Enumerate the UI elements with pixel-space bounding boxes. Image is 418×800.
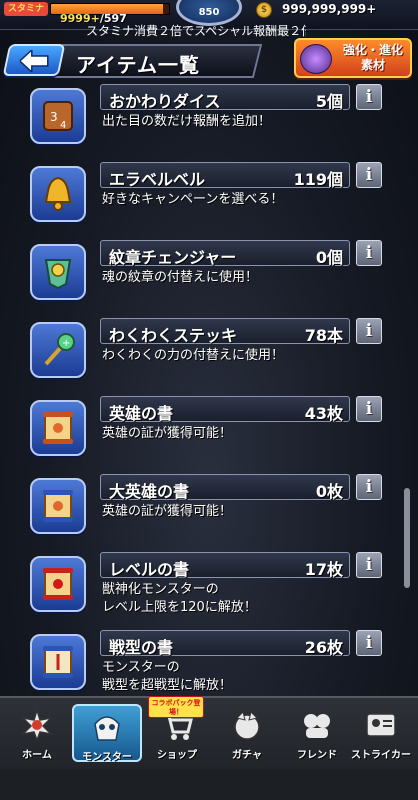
monster-icon	[94, 716, 120, 741]
item-count: 17枚	[304, 560, 343, 579]
scroll-icon	[30, 478, 86, 534]
page-title: アイテム一覧	[76, 53, 200, 77]
evo-label-line1: 強化・進化	[342, 43, 403, 57]
item-count: 0個	[315, 248, 343, 267]
coin-count: 999,999,999+	[282, 2, 377, 16]
item-list[interactable]: 34 おかわりダイス 5個 i 出た目の数だけ報酬を追加！ エラベルベル 119…	[0, 84, 418, 696]
nav-gacha[interactable]: ガチャ	[212, 704, 282, 762]
scrollbar[interactable]	[404, 488, 410, 588]
nav-label: フレンド	[297, 750, 337, 761]
info-button[interactable]: i	[356, 240, 382, 266]
evo-button-label: 強化・進化 素材	[336, 43, 410, 73]
wand-icon: +	[30, 322, 86, 378]
item-name-plate: エラベルベル 119個	[100, 162, 350, 189]
item-description: 英雄の証が獲得可能！	[102, 426, 233, 441]
item-name: 紋章チェンジャー	[109, 248, 237, 267]
scroll-icon	[30, 634, 86, 690]
item-count: 0枚	[315, 482, 343, 501]
info-button[interactable]: i	[356, 162, 382, 188]
nav-label: ガチャ	[232, 750, 262, 761]
coin-icon: $	[256, 2, 272, 18]
item-name-plate: おかわりダイス 5個	[100, 84, 350, 111]
nav-shop[interactable]: コラボパック登場！ ショップ	[142, 696, 212, 762]
scroll-icon	[30, 556, 86, 612]
status-bar: スタミナ 9999+/597 850 $ 999,999,999+ スタミナ消費…	[0, 0, 418, 38]
item-name-plate: レベルの書 17枚	[100, 552, 350, 579]
nav-label: ストライカー	[351, 750, 411, 761]
item-count: 26枚	[304, 638, 343, 657]
item-name-plate: 大英雄の書 0枚	[100, 474, 350, 501]
gacha-icon	[234, 711, 260, 740]
back-button[interactable]	[2, 44, 66, 76]
item-name: レベルの書	[109, 560, 190, 579]
info-button[interactable]: i	[356, 474, 382, 500]
info-button[interactable]: i	[356, 552, 382, 578]
nav-monster[interactable]: モンスター	[72, 704, 142, 763]
shop-badge: コラボパック登場！	[148, 696, 204, 718]
item-name: おかわりダイス	[109, 92, 221, 111]
list-item[interactable]: 英雄の書 43枚 i 英雄の証が獲得可能！	[30, 396, 386, 470]
list-item[interactable]: 大英雄の書 0枚 i 英雄の証が獲得可能！	[30, 474, 386, 548]
nav-home[interactable]: ホーム	[2, 704, 72, 762]
evolution-material-button[interactable]: 強化・進化 素材	[294, 38, 412, 78]
item-count: 119個	[293, 170, 343, 189]
item-name-plate: 戦型の書 26枚	[100, 630, 350, 657]
list-item[interactable]: + わくわくステッキ 78本 i わくわくの力の付替えに使用！	[30, 318, 386, 392]
list-item[interactable]: エラベルベル 119個 i 好きなキャンペーンを選べる！	[30, 162, 386, 236]
back-arrow-icon	[19, 50, 49, 72]
list-item[interactable]: レベルの書 17枚 i 獣神化モンスターの レベル上限を120に解放！	[30, 552, 386, 626]
svg-text:4: 4	[60, 120, 66, 131]
stamina-label: スタミナ	[4, 2, 48, 16]
item-description: 出た目の数だけ報酬を追加！	[102, 114, 272, 129]
friends-icon	[304, 714, 330, 738]
info-button[interactable]: i	[356, 396, 382, 422]
nav-striker[interactable]: ストライカー	[346, 704, 416, 762]
info-button[interactable]: i	[356, 84, 382, 110]
item-name-plate: わくわくステッキ 78本	[100, 318, 350, 345]
evo-label-line2: 素材	[360, 58, 385, 72]
emblem-changer-icon	[30, 244, 86, 300]
item-name: エラベルベル	[109, 170, 206, 189]
item-description: モンスターの 戦型を超戦型に解放！	[102, 660, 233, 693]
item-name: わくわくステッキ	[109, 326, 238, 345]
item-description: 魂の紋章の付替えに使用！	[102, 270, 259, 285]
list-item[interactable]: 34 おかわりダイス 5個 i 出た目の数だけ報酬を追加！	[30, 84, 386, 158]
list-item[interactable]: 紋章チェンジャー 0個 i 魂の紋章の付替えに使用！	[30, 240, 386, 314]
list-item[interactable]: 戦型の書 26枚 i モンスターの 戦型を超戦型に解放！	[30, 630, 386, 696]
system-bar	[0, 770, 418, 800]
dice-icon: 34	[30, 88, 86, 144]
nav-friends[interactable]: フレンド	[282, 704, 352, 762]
svg-text:+: +	[62, 338, 70, 349]
monster-face-icon	[300, 44, 332, 74]
item-count: 78本	[304, 326, 343, 345]
striker-icon	[366, 713, 396, 737]
nav-label: ショップ	[157, 750, 197, 761]
info-button[interactable]: i	[356, 630, 382, 656]
svg-text:3: 3	[50, 110, 58, 124]
item-count: 43枚	[304, 404, 343, 423]
item-name: 戦型の書	[109, 638, 174, 657]
item-name: 大英雄の書	[109, 482, 190, 501]
item-name-plate: 英雄の書 43枚	[100, 396, 350, 423]
scroll-icon	[30, 400, 86, 456]
item-description: 獣神化モンスターの レベル上限を120に解放！	[102, 582, 257, 615]
nav-label: モンスター	[82, 752, 132, 763]
page-header: アイテム一覧 強化・進化 素材	[0, 34, 418, 84]
bell-icon	[30, 166, 86, 222]
item-count: 5個	[315, 92, 343, 111]
info-button[interactable]: i	[356, 318, 382, 344]
item-description: 英雄の証が獲得可能！	[102, 504, 233, 519]
item-description: 好きなキャンペーンを選べる！	[102, 192, 284, 207]
item-description: わくわくの力の付替えに使用！	[102, 348, 285, 363]
home-icon	[20, 708, 54, 742]
item-name-plate: 紋章チェンジャー 0個	[100, 240, 350, 267]
nav-label: ホーム	[22, 750, 52, 761]
item-name: 英雄の書	[109, 404, 174, 423]
rank-value: 850	[198, 7, 220, 18]
